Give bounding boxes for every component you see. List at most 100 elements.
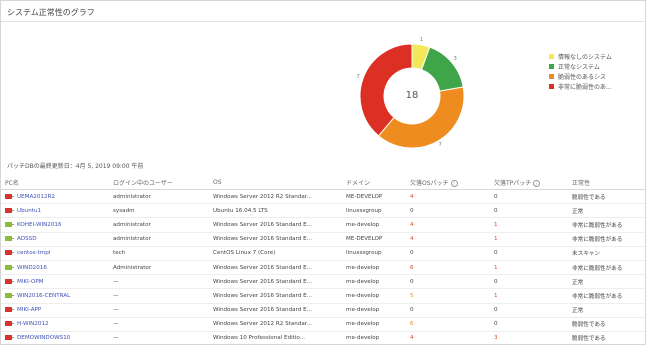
tp-patch-cell[interactable]: 1 — [490, 217, 568, 233]
tp-patch-count[interactable]: 1 — [494, 236, 498, 242]
tp-patch-cell[interactable]: 0 — [490, 203, 568, 219]
domain-cell: linuxssgroup — [342, 203, 406, 219]
health-cell: 正常 — [568, 303, 645, 318]
os-cell: Windows Server 2016 Standard E... — [209, 288, 342, 304]
os-patch-count[interactable]: 0 — [410, 208, 414, 214]
os-patch-cell[interactable]: 6 — [406, 260, 490, 276]
table-row: WIND2016 Administrator Windows Server 2016… — [1, 260, 645, 276]
slice-value-label: 1 — [419, 36, 424, 43]
pc-name-link[interactable]: WIN2016-CENTRAL — [17, 293, 70, 299]
legend-swatch — [549, 73, 554, 79]
legend-item[interactable]: 非常に脆弱性のあ... — [549, 81, 612, 91]
os-patch-cell[interactable]: 5 — [406, 288, 490, 304]
info-icon[interactable]: i — [450, 179, 458, 187]
os-patch-count[interactable]: 4 — [410, 236, 414, 242]
tp-patch-cell[interactable]: 0 — [490, 246, 568, 261]
col-header-user[interactable]: ログイン中のユーザー — [109, 175, 209, 190]
os-patch-cell[interactable]: 4 — [406, 331, 490, 344]
col-header-os-patch-label: 欠落OSパッチ — [410, 179, 449, 187]
os-patch-count[interactable]: 6 — [410, 321, 414, 327]
tp-patch-cell[interactable]: 1 — [490, 232, 568, 247]
os-patch-count[interactable]: 6 — [410, 265, 414, 271]
table-row: ADSSD administrator Windows Server 2016 St… — [1, 232, 645, 247]
col-header-health[interactable]: 正常性 — [568, 175, 645, 190]
os-patch-count[interactable]: 4 — [410, 335, 414, 341]
pc-name-link[interactable]: MIKI-APP — [17, 307, 41, 313]
tp-patch-count[interactable]: 0 — [494, 194, 498, 200]
computer-icon — [5, 264, 14, 271]
computer-icon — [5, 335, 14, 341]
tp-patch-cell[interactable]: 0 — [490, 303, 568, 318]
tp-patch-cell[interactable]: 3 — [490, 331, 568, 344]
os-patch-cell[interactable]: 0 — [406, 246, 490, 261]
health-cell: 正常 — [568, 274, 645, 290]
os-patch-cell[interactable]: 4 — [406, 217, 490, 233]
os-patch-cell[interactable]: 4 — [406, 189, 490, 205]
tp-patch-count[interactable]: 1 — [494, 222, 498, 228]
os-patch-cell[interactable]: 0 — [406, 303, 490, 318]
table-header-row: PC名 ログイン中のユーザー OS ドメイン 欠落OSパッチ i 欠落TPパッチ i… — [1, 175, 645, 190]
pc-name-link[interactable]: KOHEI-WIN2016 — [17, 222, 62, 228]
tp-patch-cell[interactable]: 0 — [490, 317, 568, 332]
os-cell: Windows Server 2016 Standard E... — [209, 303, 342, 318]
domain-cell: ME-DEVELOP — [342, 232, 406, 247]
col-header-domain[interactable]: ドメイン — [342, 175, 406, 190]
os-patch-count[interactable]: 5 — [410, 293, 414, 299]
domain-cell: me-develop — [342, 303, 406, 318]
tp-patch-cell[interactable]: 1 — [490, 260, 568, 276]
os-patch-count[interactable]: 4 — [410, 194, 414, 200]
tp-patch-count[interactable]: 0 — [494, 321, 498, 327]
pc-name-link[interactable]: Ubuntu1 — [17, 208, 41, 214]
tp-patch-count[interactable]: 1 — [494, 265, 498, 271]
legend-item[interactable]: 正常なシステム — [549, 61, 612, 71]
health-cell: 未スキャン — [568, 246, 645, 261]
tp-patch-count[interactable]: 0 — [494, 307, 498, 313]
col-header-tp-patch[interactable]: 欠落TPパッチ i — [490, 175, 568, 190]
os-patch-cell[interactable]: 0 — [406, 274, 490, 290]
tp-patch-count[interactable]: 3 — [494, 335, 498, 341]
tp-patch-count[interactable]: 0 — [494, 208, 498, 214]
user-cell: Administrator — [109, 260, 209, 276]
tp-patch-cell[interactable]: 1 — [490, 288, 568, 304]
os-patch-count[interactable]: 4 — [410, 222, 414, 228]
tp-patch-count[interactable]: 1 — [494, 293, 498, 299]
legend-swatch — [549, 63, 554, 69]
legend-item[interactable]: 脆弱性のあるシス — [549, 71, 612, 81]
domain-cell: me-develop — [342, 260, 406, 276]
os-patch-cell[interactable]: 4 — [406, 232, 490, 247]
computer-icon — [5, 250, 14, 256]
os-patch-count[interactable]: 0 — [410, 250, 414, 256]
domain-cell: me-develop — [342, 317, 406, 332]
pc-name-link[interactable]: WIND2016 — [17, 265, 47, 271]
tp-patch-cell[interactable]: 0 — [490, 189, 568, 205]
pc-name-link[interactable]: DEMOWINDOWS10 — [17, 335, 70, 341]
pc-cell: WIND2016 — [1, 260, 109, 276]
os-patch-cell[interactable]: 0 — [406, 203, 490, 219]
legend-item[interactable]: 情報なしのシステム — [549, 51, 612, 61]
pc-name-link[interactable]: H-WIN2012 — [17, 321, 49, 327]
pc-name-link[interactable]: UEMA2012R2 — [17, 194, 55, 200]
health-cell: 非常に脆弱性がある — [568, 217, 645, 233]
tp-patch-cell[interactable]: 0 — [490, 274, 568, 290]
computer-icon — [5, 221, 14, 228]
os-patch-count[interactable]: 0 — [410, 279, 414, 285]
health-cell: 非常に脆弱性がある — [568, 260, 645, 276]
domain-cell: ME-DEVELOP — [342, 189, 406, 205]
pc-cell: H-WIN2012 — [1, 317, 109, 332]
pc-name-link[interactable]: MIKI-OPM — [17, 279, 44, 285]
os-patch-cell[interactable]: 6 — [406, 317, 490, 332]
system-health-panel: システム正常性のグラフ 18 1 3 7 7 情報なしのシステム 正常なシステム 脆弱性の… — [0, 0, 646, 345]
os-patch-count[interactable]: 0 — [410, 307, 414, 313]
tp-patch-count[interactable]: 0 — [494, 279, 498, 285]
health-donut-chart[interactable]: 18 — [357, 41, 467, 151]
os-cell: Windows Server 2012 R2 Standar... — [209, 317, 342, 332]
pc-name-link[interactable]: centos-tmpl — [17, 250, 50, 256]
legend-label: 正常なシステム — [558, 63, 600, 71]
pc-name-link[interactable]: ADSSD — [17, 236, 37, 242]
info-icon[interactable]: i — [533, 179, 541, 187]
table-row: UEMA2012R2 administrator Windows Server 20… — [1, 189, 645, 205]
col-header-pc[interactable]: PC名 — [1, 175, 109, 190]
col-header-os-patch[interactable]: 欠落OSパッチ i — [406, 175, 490, 190]
tp-patch-count[interactable]: 0 — [494, 250, 498, 256]
col-header-os[interactable]: OS — [209, 175, 342, 190]
